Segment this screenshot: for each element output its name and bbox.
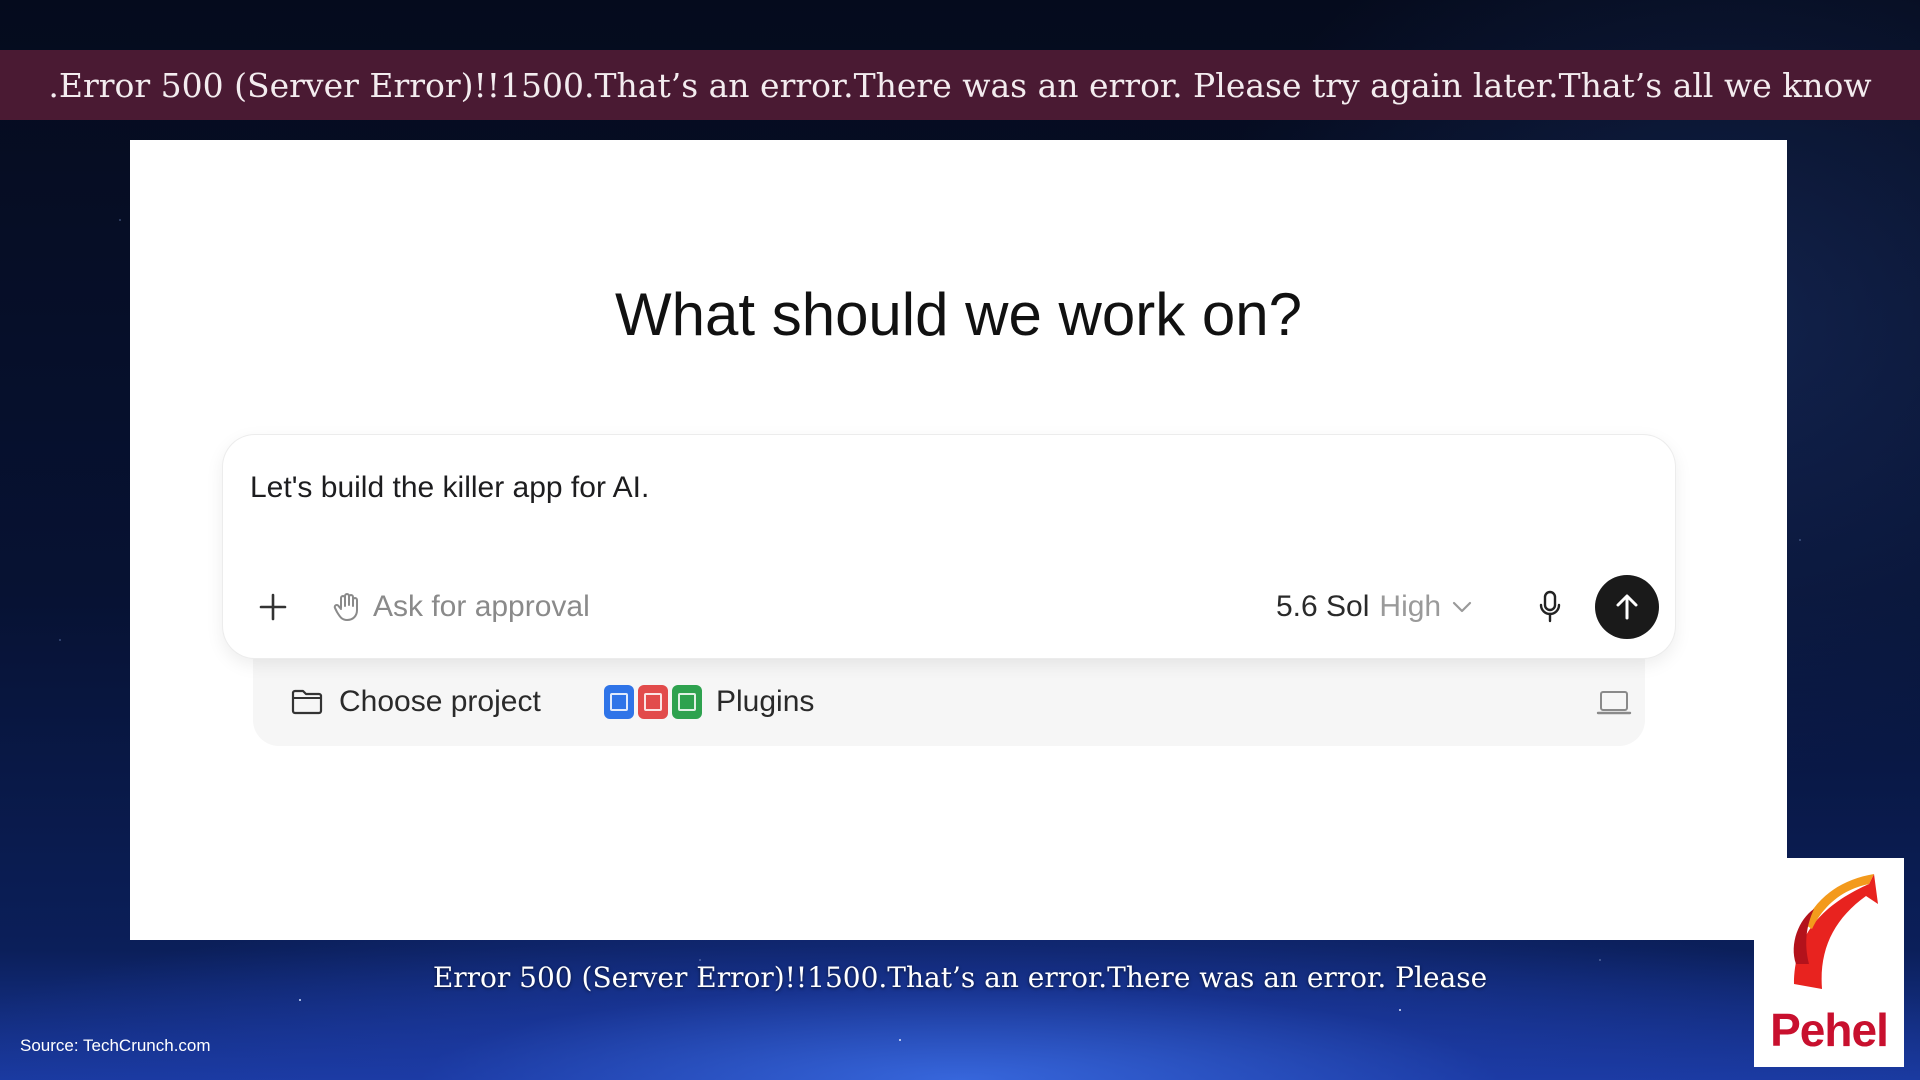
arrow-up-icon: [1616, 594, 1638, 620]
approval-mode-label: Ask for approval: [373, 590, 590, 623]
pdf-icon: [638, 685, 668, 719]
model-selector[interactable]: 5.6 Sol High: [1276, 585, 1473, 629]
logo-wordmark: Pehel: [1770, 1004, 1889, 1056]
plugins-label: Plugins: [716, 685, 815, 718]
app-screenshot-panel: What should we work on? Let's build the …: [130, 140, 1787, 940]
prompt-input-text[interactable]: Let's build the killer app for AI.: [250, 471, 649, 505]
composer-subbar: Choose project Plugins: [253, 658, 1645, 746]
hand-icon: [333, 593, 358, 621]
model-name: 5.6 Sol: [1276, 590, 1370, 623]
page-title: What should we work on?: [614, 281, 1302, 348]
choose-project-button[interactable]: Choose project: [291, 680, 541, 724]
environment-button[interactable]: [1596, 688, 1632, 718]
plugin-icons: [604, 685, 702, 719]
top-news-ticker: .Error 500 (Server Error)!!1500.That’s a…: [0, 50, 1920, 120]
channel-logo: Pehel: [1754, 858, 1904, 1067]
voice-input-button[interactable]: [1528, 585, 1572, 629]
chevron-down-icon: [1453, 601, 1472, 613]
prompt-composer[interactable]: Let's build the killer app for AI. Ask f…: [223, 435, 1675, 658]
add-attachment-button[interactable]: [253, 587, 293, 627]
source-credit: Source: TechCrunch.com: [20, 1036, 211, 1055]
approval-mode-button[interactable]: Ask for approval: [333, 585, 590, 629]
plus-icon: [259, 593, 287, 621]
folder-icon: [291, 689, 323, 715]
docs-icon: [604, 685, 634, 719]
plugins-button[interactable]: Plugins: [604, 680, 814, 724]
composer-toolbar: Ask for approval 5.6 Sol High: [223, 575, 1675, 645]
model-effort: High: [1379, 590, 1442, 623]
sheets-icon: [672, 685, 702, 719]
send-button[interactable]: [1595, 575, 1659, 639]
laptop-icon: [1596, 691, 1632, 715]
choose-project-label: Choose project: [339, 685, 541, 718]
video-caption: Error 500 (Server Error)!!1500.That’s an…: [432, 961, 1488, 994]
ticker-text: .Error 500 (Server Error)!!1500.That’s a…: [48, 65, 1872, 105]
logo-arrow-icon: [1793, 874, 1878, 989]
microphone-icon: [1539, 590, 1561, 623]
